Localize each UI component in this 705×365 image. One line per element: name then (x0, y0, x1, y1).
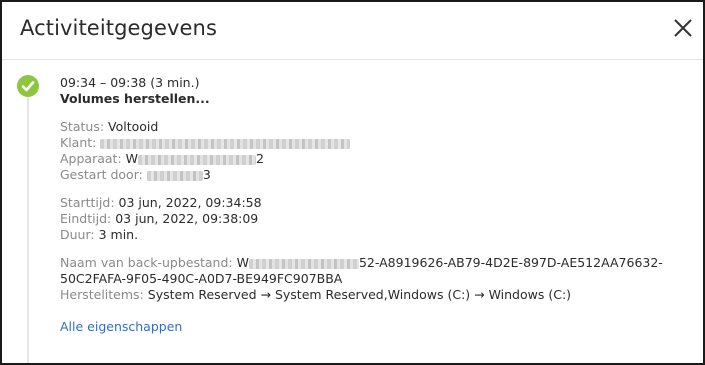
details-group: Status: Voltooid Klant: Apparaat: W 2 Ges… (60, 119, 690, 183)
start-time-value: 03 jun, 2022, 09:34:58 (118, 195, 262, 210)
started-by-redacted (146, 170, 203, 181)
duration-value: 3 min. (98, 227, 139, 242)
timeline-line (27, 88, 29, 363)
device-label: Apparaat: (60, 151, 122, 166)
status-row: Status: Voltooid (60, 119, 690, 135)
started-by-row: Gestart door: 3 (60, 167, 690, 183)
check-circle-icon (16, 74, 40, 98)
activity-details-dialog: Activiteitgegevens 09:34 – 09:38 (3 min.… (0, 0, 705, 365)
dialog-title: Activiteitgegevens (20, 16, 217, 40)
client-label: Klant: (60, 135, 97, 150)
activity-operation: Volumes herstellen... (60, 91, 210, 106)
started-by-label: Gestart door: (60, 167, 143, 182)
device-value-prefix: W (125, 151, 139, 166)
restore-items-label: Herstelitems: (60, 287, 144, 302)
started-by-suffix: 3 (202, 167, 211, 182)
status-value: Voltooid (108, 119, 159, 134)
dialog-header: Activiteitgegevens (2, 2, 703, 60)
close-icon[interactable] (669, 14, 697, 42)
backup-file-row: Naam van back-upbestand: W 52-A8919626-AB… (60, 255, 690, 287)
times-group: Starttijd: 03 jun, 2022, 09:34:58 Eindti… (60, 195, 690, 243)
device-value-suffix: 2 (256, 151, 264, 166)
activity-time-range: 09:34 – 09:38 (3 min.) (60, 75, 200, 90)
restore-items-row: Herstelitems: System Reserved → System R… (60, 287, 690, 303)
status-label: Status: (60, 119, 105, 134)
device-value-redacted (138, 154, 257, 165)
end-time-label: Eindtijd: (60, 211, 112, 226)
duration-label: Duur: (60, 227, 95, 242)
backup-file-label: Naam van back-upbestand: (60, 255, 233, 270)
restore-items-value: System Reserved → System Reserved,Window… (147, 287, 572, 302)
activity-content: 09:34 – 09:38 (3 min.) Volumes herstelle… (60, 75, 690, 335)
end-time-row: Eindtijd: 03 jun, 2022, 09:38:09 (60, 211, 690, 227)
start-time-label: Starttijd: (60, 195, 115, 210)
duration-row: Duur: 3 min. (60, 227, 690, 243)
backup-file-redacted (248, 258, 359, 269)
all-properties-link[interactable]: Alle eigenschappen (60, 319, 182, 335)
start-time-row: Starttijd: 03 jun, 2022, 09:34:58 (60, 195, 690, 211)
end-time-value: 03 jun, 2022, 09:38:09 (115, 211, 259, 226)
client-row: Klant: (60, 135, 690, 151)
backup-file-prefix: W (236, 255, 249, 270)
device-row: Apparaat: W 2 (60, 151, 690, 167)
client-value-redacted (100, 138, 351, 149)
backup-group: Naam van back-upbestand: W 52-A8919626-AB… (60, 255, 690, 303)
